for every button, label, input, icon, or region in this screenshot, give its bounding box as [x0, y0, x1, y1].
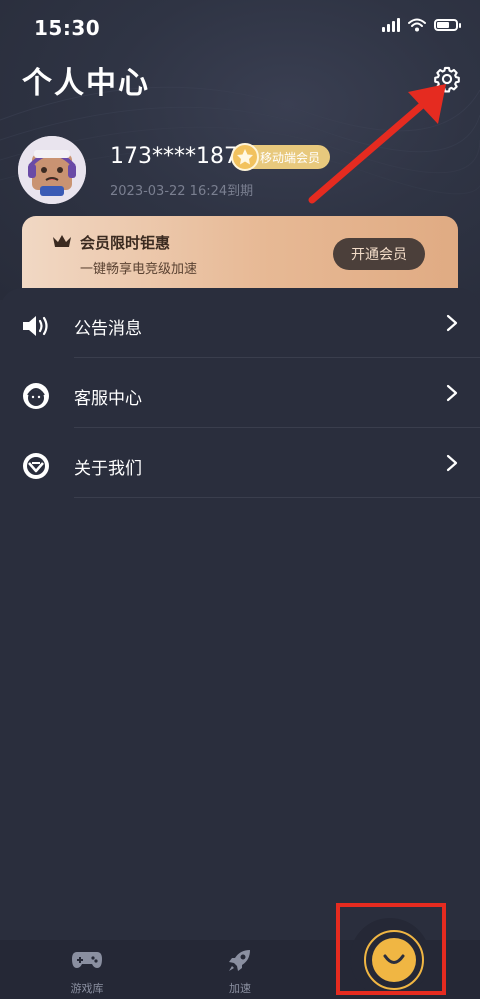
tab-label: 加速	[229, 982, 251, 995]
annotation-highlight-box	[336, 903, 446, 995]
cellular-signal-icon	[382, 18, 400, 32]
menu-item-customer-service[interactable]: 客服中心	[0, 358, 480, 428]
membership-expiry: 2023-03-22 16:24到期	[110, 184, 254, 199]
status-bar: 15:30	[0, 0, 480, 58]
status-icons	[382, 18, 461, 32]
annotation-arrow	[308, 84, 446, 204]
menu-list: 公告消息 客服中心 关于我们	[0, 288, 480, 948]
wifi-icon	[408, 18, 426, 32]
gamepad-icon	[72, 952, 102, 968]
chevron-right-icon	[446, 454, 458, 472]
headset-icon	[20, 380, 52, 412]
member-badge: 移动端会员	[231, 143, 331, 171]
vip-medal-icon	[231, 143, 259, 171]
menu-item-label: 客服中心	[74, 389, 142, 409]
avatar[interactable]	[18, 136, 86, 204]
member-badge-label: 移动端会员	[260, 150, 321, 165]
menu-item-label: 公告消息	[74, 319, 142, 339]
promo-subtitle: 一键畅享电竞级加速	[80, 262, 198, 277]
speaker-icon	[20, 310, 52, 342]
crown-icon	[53, 235, 71, 247]
menu-item-about-us[interactable]: 关于我们	[0, 428, 480, 498]
tab-game-library[interactable]: 游戏库	[37, 940, 137, 999]
status-time: 15:30	[34, 16, 101, 40]
about-logo-icon	[20, 450, 52, 482]
page-title: 个人中心	[22, 66, 150, 101]
chevron-right-icon	[446, 384, 458, 402]
tab-accelerate[interactable]: 加速	[190, 940, 290, 999]
menu-item-label: 关于我们	[74, 459, 142, 479]
divider	[74, 497, 480, 498]
open-membership-button[interactable]: 开通会员	[333, 238, 425, 270]
avatar-illustration	[18, 136, 86, 204]
menu-item-announcements[interactable]: 公告消息	[0, 288, 480, 358]
battery-icon	[434, 19, 461, 31]
chevron-right-icon	[446, 314, 458, 332]
rocket-icon	[229, 950, 250, 971]
tab-label: 游戏库	[70, 982, 104, 995]
promo-title: 会员限时钜惠	[80, 234, 171, 252]
